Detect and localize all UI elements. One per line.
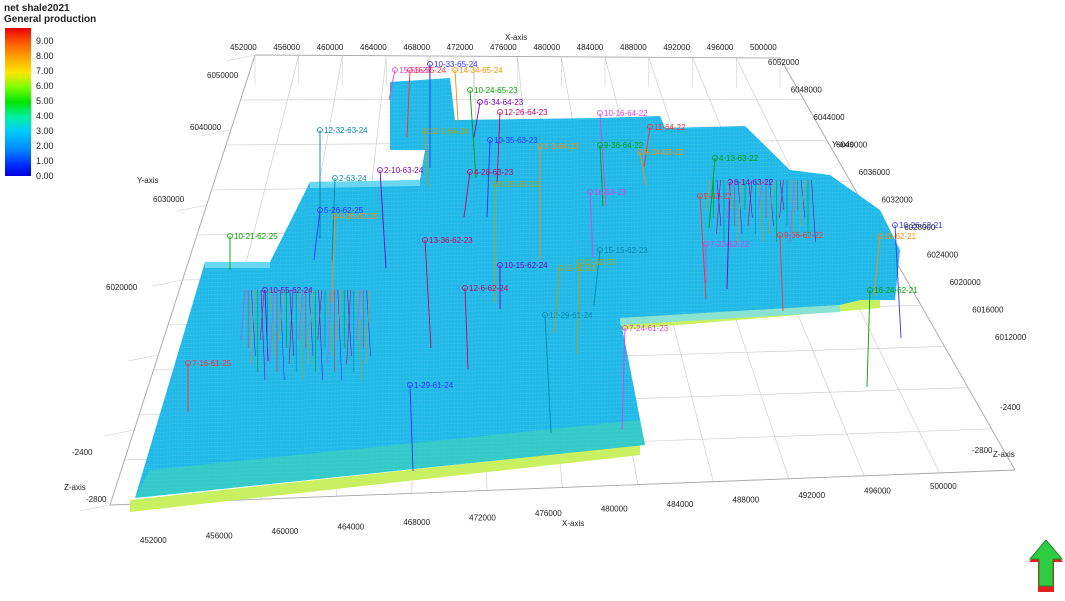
x-tick-top: 452000 <box>230 43 257 52</box>
y-tick-right: 6048000 <box>791 86 823 95</box>
well-label: 6-14-63-22 <box>734 178 774 187</box>
grid-line <box>152 279 183 287</box>
x-tick-bottom: 464000 <box>338 523 365 532</box>
x-tick-top: 456000 <box>273 43 300 52</box>
well-label: 9-36-64-22 <box>604 141 644 150</box>
y-tick-right: 6016000 <box>972 306 1004 315</box>
y-tick-right: 6024000 <box>927 251 959 260</box>
well-label: 16-53-23 <box>594 188 627 197</box>
y-tick-right: 6044000 <box>813 113 845 122</box>
x-tick-bottom: 492000 <box>798 491 825 500</box>
grid-line <box>176 204 207 212</box>
navigation-arrow-icon[interactable] <box>1027 539 1065 596</box>
x-tick-top: 468000 <box>403 43 430 52</box>
well-label: 1-3-64-23 <box>544 142 579 151</box>
well-label: 12-32-63-24 <box>324 126 368 135</box>
x-tick-bottom: 460000 <box>272 527 299 536</box>
x-tick-top: 476000 <box>490 43 517 52</box>
well-label: 2-10-63-24 <box>384 166 424 175</box>
x-tick-top: 464000 <box>360 43 387 52</box>
well-label: 9-24-63-22 <box>644 148 684 157</box>
well-label: 10-24-65-23 <box>474 86 518 95</box>
y-tick-left: 6030000 <box>153 195 185 204</box>
well-label: 2-63-24 <box>339 174 367 183</box>
x-tick-top: 488000 <box>620 43 647 52</box>
x-axis-title-bottom: X-axis <box>562 519 584 528</box>
well-label: 7-24-61-23 <box>629 324 669 333</box>
well-label: 15-15-62-23 <box>604 246 648 255</box>
x-tick-bottom: 496000 <box>864 487 891 496</box>
x-tick-bottom: 500000 <box>930 482 957 491</box>
x-tick-bottom: 452000 <box>140 536 167 545</box>
x-tick-bottom: 484000 <box>667 500 694 509</box>
well-label: 12-61-23 <box>564 264 597 273</box>
well-label: 12-6-62-24 <box>469 284 509 293</box>
well-label: 4-13-63-22 <box>719 154 759 163</box>
z-axis-title-left: Z-axis <box>64 483 86 492</box>
z-tick-left: -2400 <box>72 448 93 457</box>
grid-line <box>104 429 135 437</box>
well-label: 10-35-63-23 <box>494 136 538 145</box>
z-tick-right: -2400 <box>1000 403 1021 412</box>
y-tick-right: 6036000 <box>859 168 891 177</box>
grid-line <box>224 54 256 62</box>
z-axis-title-right: Z-axis <box>993 450 1015 459</box>
y-tick-right: 6028000 <box>904 223 936 232</box>
surface-step <box>205 262 270 268</box>
y-tick-right: 6032000 <box>882 196 914 205</box>
x-tick-bottom: 472000 <box>469 514 496 523</box>
well-label: 10-55-62-24 <box>269 286 313 295</box>
well-label: 10-15-62-24 <box>504 261 548 270</box>
well-label: 7-16-61-25 <box>192 359 232 368</box>
x-tick-bottom: 476000 <box>535 509 562 518</box>
x-tick-top: 492000 <box>663 43 690 52</box>
well-label: 12-26-64-23 <box>504 108 548 117</box>
well-label: 10-21-62-25 <box>234 232 278 241</box>
well-label: 1-29-61-24 <box>414 381 454 390</box>
y-tick-right: 6020000 <box>950 278 982 287</box>
x-tick-top: 500000 <box>750 43 777 52</box>
x-tick-bottom: 488000 <box>733 496 760 505</box>
x-tick-top: 496000 <box>707 43 734 52</box>
z-tick-left: -2800 <box>86 495 107 504</box>
well-label: 4-28-63-23 <box>474 168 514 177</box>
grid-line <box>79 504 111 512</box>
well-label: 4-36-62-25 <box>339 212 379 221</box>
y-tick-left: 6050000 <box>207 71 239 80</box>
well-label: 14-34-65-24 <box>459 66 503 75</box>
x-tick-bottom: 480000 <box>601 505 628 514</box>
well-label: 6-26-63-23 <box>499 180 539 189</box>
y-tick-right: 6052000 <box>768 58 800 67</box>
well-label: 6-34-64-23 <box>484 98 524 107</box>
x-tick-top: 472000 <box>447 43 474 52</box>
grid-line <box>128 354 159 362</box>
y-tick-left: 6040000 <box>190 123 222 132</box>
x-tick-top: 460000 <box>317 43 344 52</box>
y-axis-title-left: Y-axis <box>137 176 159 185</box>
x-tick-bottom: 456000 <box>206 532 233 541</box>
y-tick-right: 6012000 <box>995 333 1027 342</box>
y-tick-right: 6040000 <box>836 141 868 150</box>
x-tick-top: 480000 <box>533 43 560 52</box>
well-label: 10-16-64-22 <box>604 109 648 118</box>
x-tick-bottom: 468000 <box>403 518 430 527</box>
x-tick-top: 484000 <box>577 43 604 52</box>
x-axis-title-top: X-axis <box>505 33 527 42</box>
well-label: 13-36-62-23 <box>429 236 473 245</box>
well-label: 10-62-21 <box>884 232 917 241</box>
z-tick-right: -2800 <box>972 446 993 455</box>
well-label: 7-23-62-22 <box>710 240 750 249</box>
well-label: 16-24-62-21 <box>874 286 918 295</box>
y-tick-left: 6020000 <box>106 283 138 292</box>
3d-scene-viewport[interactable]: 15-55-2416-55-2410-33-65-2414-34-65-2410… <box>0 0 1065 597</box>
well-label: 11-64-22 <box>654 123 686 132</box>
well-label: 12-1-64-24 <box>429 127 469 136</box>
